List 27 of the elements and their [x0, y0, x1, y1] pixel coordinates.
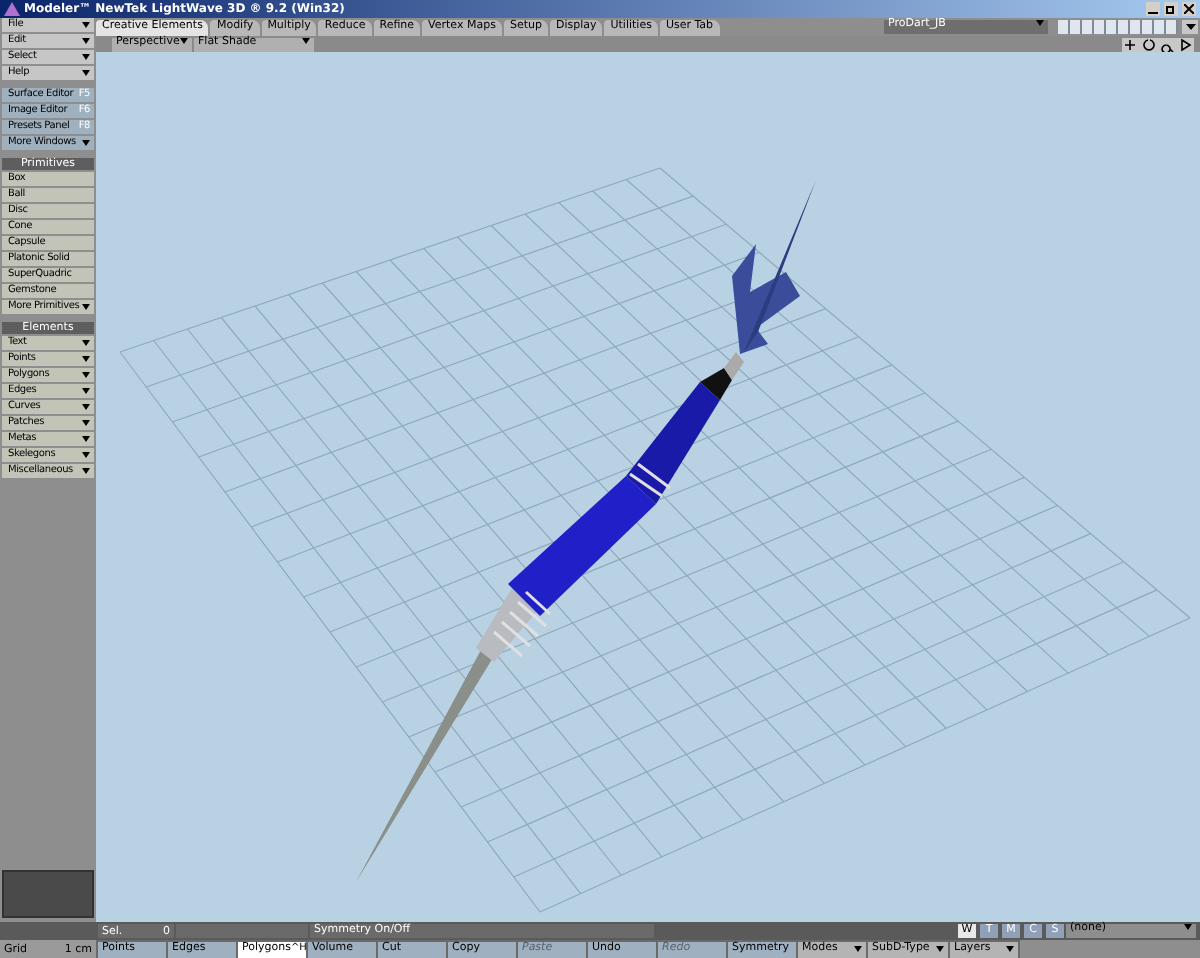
caret-icon [82, 70, 90, 76]
caret-icon [82, 404, 90, 410]
restore-icon [1166, 4, 1176, 14]
caret-icon [82, 140, 90, 146]
caret-icon [82, 340, 90, 346]
restore-button[interactable] [1164, 2, 1178, 16]
caret-icon [1185, 24, 1195, 30]
dropdown-button[interactable] [1182, 20, 1198, 34]
caret-icon [82, 22, 90, 28]
caret-icon [82, 452, 90, 458]
caret-icon [854, 946, 862, 952]
caret-icon [82, 356, 90, 362]
caret-icon [1006, 946, 1014, 952]
caret-icon [82, 420, 90, 426]
close-button[interactable] [1182, 2, 1196, 16]
caret-icon [82, 54, 90, 60]
caret-icon [82, 468, 90, 474]
caret-icon [936, 946, 944, 952]
minimize-button[interactable] [1146, 2, 1160, 16]
close-icon [1184, 4, 1194, 14]
caret-icon [82, 388, 90, 394]
caret-icon [82, 372, 90, 378]
viewport-controls-icon[interactable] [1122, 37, 1194, 51]
caret-icon [82, 38, 90, 44]
preview-panel [2, 870, 94, 918]
caret-icon [82, 436, 90, 442]
caret-icon [82, 304, 90, 310]
